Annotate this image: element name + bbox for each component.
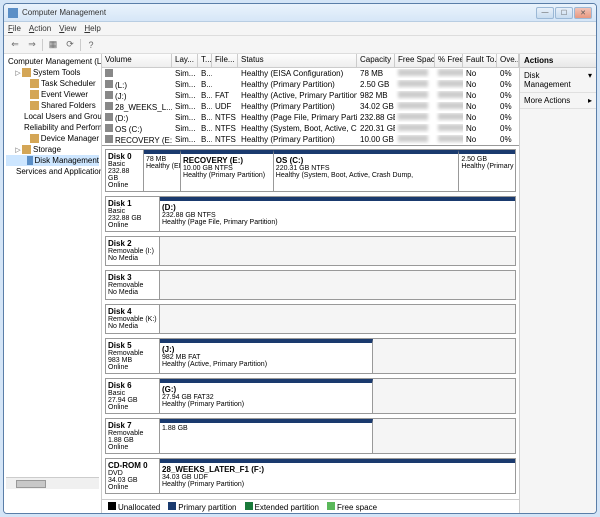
disk-row[interactable]: Disk 5Removable983 MBOnline(J:)982 MB FA… — [105, 338, 516, 374]
tree-item[interactable]: Reliability and Performa — [6, 122, 99, 133]
disk-row[interactable]: Disk 1Basic232.88 GBOnline(D:)232.88 GB … — [105, 196, 516, 232]
nav-tree[interactable]: Computer Management (Local ▷System Tools… — [4, 54, 102, 513]
actions-pane: Actions Disk Management▾ More Actions▸ — [520, 54, 596, 513]
main-pane: VolumeLay...T...File...StatusCapacityFre… — [102, 54, 520, 513]
volume-row[interactable]: OS (C:)Sim...B...NTFSHealthy (System, Bo… — [102, 123, 519, 134]
disk-partition[interactable]: (G:)27.94 GB FAT32Healthy (Primary Parti… — [160, 379, 373, 413]
tree-group[interactable]: ▷Storage — [6, 144, 99, 155]
column-header[interactable]: Ove... — [497, 54, 519, 67]
menubar: File Action View Help — [4, 22, 596, 36]
disk-info[interactable]: Disk 4Removable (K:)No Media — [105, 304, 159, 334]
column-header[interactable]: Free Space — [395, 54, 435, 67]
disk-partition[interactable]: 2.50 GBHealthy (Primary Partition) — [459, 150, 515, 191]
disk-partition[interactable] — [373, 379, 515, 413]
disk-partition[interactable] — [373, 419, 515, 453]
disk-partition[interactable]: (D:)232.88 GB NTFSHealthy (Page File, Pr… — [160, 197, 515, 231]
tree-item[interactable]: Local Users and Groups — [6, 111, 99, 122]
tree-item[interactable]: Disk Management — [6, 155, 99, 166]
tree-group[interactable]: Services and Applications — [6, 166, 99, 177]
volume-list-header[interactable]: VolumeLay...T...File...StatusCapacityFre… — [102, 54, 519, 68]
tree-item[interactable]: Event Viewer — [6, 89, 99, 100]
disk-partition[interactable]: RECOVERY (E:)10.00 GB NTFSHealthy (Prima… — [181, 150, 274, 191]
help-button[interactable]: ? — [84, 38, 98, 52]
menu-help[interactable]: Help — [84, 24, 100, 33]
disk-partition[interactable] — [160, 271, 515, 299]
disk-partition[interactable]: OS (C:)220.31 GB NTFSHealthy (System, Bo… — [274, 150, 460, 191]
maximize-button[interactable]: ☐ — [555, 7, 573, 19]
disk-partition[interactable] — [160, 305, 515, 333]
column-header[interactable]: Fault To... — [463, 54, 497, 67]
window-title: Computer Management — [22, 8, 536, 17]
refresh-button[interactable]: ⟳ — [63, 38, 77, 52]
column-header[interactable]: Capacity — [357, 54, 395, 67]
disk-info[interactable]: Disk 5Removable983 MBOnline — [105, 338, 159, 374]
disk-row[interactable]: Disk 2Removable (I:)No Media — [105, 236, 516, 266]
actions-header: Actions — [520, 54, 596, 68]
disk-row[interactable]: Disk 6Basic27.94 GBOnline(G:)27.94 GB FA… — [105, 378, 516, 414]
disk-map[interactable]: Disk 0Basic232.88 GBOnline78 MBHealthy (… — [102, 146, 519, 499]
disk-info[interactable]: Disk 6Basic27.94 GBOnline — [105, 378, 159, 414]
titlebar[interactable]: Computer Management — ☐ ✕ — [4, 4, 596, 22]
app-window: Computer Management — ☐ ✕ File Action Vi… — [3, 3, 597, 514]
column-header[interactable]: Volume — [102, 54, 172, 67]
legend-item: Extended partition — [245, 502, 320, 512]
disk-partition[interactable]: 28_WEEKS_LATER_F1 (F:)34.03 GB UDFHealth… — [160, 459, 515, 493]
disk-row[interactable]: Disk 4Removable (K:)No Media — [105, 304, 516, 334]
tree-scrollbar[interactable] — [6, 477, 99, 489]
disk-partition[interactable] — [373, 339, 515, 373]
toolbar: ⇐ ⇒ ▦ ⟳ ? — [4, 36, 596, 54]
tree-item[interactable]: Shared Folders — [6, 100, 99, 111]
menu-file[interactable]: File — [8, 24, 21, 33]
forward-button[interactable]: ⇒ — [25, 38, 39, 52]
volume-row[interactable]: 28_WEEKS_L...Sim...B...UDFHealthy (Prima… — [102, 101, 519, 112]
app-icon — [8, 8, 18, 18]
tree-item[interactable]: Task Scheduler — [6, 78, 99, 89]
view-button[interactable]: ▦ — [46, 38, 60, 52]
menu-view[interactable]: View — [59, 24, 76, 33]
disk-partition[interactable]: 1.88 GB — [160, 419, 373, 453]
disk-info[interactable]: Disk 7Removable1.88 GBOnline — [105, 418, 159, 454]
column-header[interactable]: Lay... — [172, 54, 198, 67]
toolbar-separator — [80, 39, 81, 51]
actions-item[interactable]: More Actions▸ — [520, 93, 596, 109]
disk-partition[interactable]: (J:)982 MB FATHealthy (Active, Primary P… — [160, 339, 373, 373]
back-button[interactable]: ⇐ — [8, 38, 22, 52]
legend-item: Free space — [327, 502, 377, 512]
disk-info[interactable]: Disk 1Basic232.88 GBOnline — [105, 196, 159, 232]
disk-info[interactable]: Disk 0Basic232.88 GBOnline — [105, 149, 143, 192]
column-header[interactable]: Status — [238, 54, 357, 67]
disk-row[interactable]: CD-ROM 0DVD34.03 GBOnline28_WEEKS_LATER_… — [105, 458, 516, 494]
legend-item: Unallocated — [108, 502, 160, 512]
disk-row[interactable]: Disk 0Basic232.88 GBOnline78 MBHealthy (… — [105, 149, 516, 192]
tree-item[interactable]: Device Manager — [6, 133, 99, 144]
menu-action[interactable]: Action — [29, 24, 51, 33]
disk-info[interactable]: CD-ROM 0DVD34.03 GBOnline — [105, 458, 159, 494]
volume-row[interactable]: (J:)Sim...B...FATHealthy (Active, Primar… — [102, 90, 519, 101]
volume-list[interactable]: VolumeLay...T...File...StatusCapacityFre… — [102, 54, 519, 146]
disk-row[interactable]: Disk 3RemovableNo Media — [105, 270, 516, 300]
volume-row[interactable]: (D:)Sim...B...NTFSHealthy (Page File, Pr… — [102, 112, 519, 123]
toolbar-separator — [42, 39, 43, 51]
disk-info[interactable]: Disk 2Removable (I:)No Media — [105, 236, 159, 266]
legend: Unallocated Primary partition Extended par… — [102, 499, 519, 513]
volume-row[interactable]: Sim...B...Healthy (EISA Configuration)78… — [102, 68, 519, 79]
column-header[interactable]: T... — [198, 54, 212, 67]
tree-root[interactable]: Computer Management (Local — [6, 56, 99, 67]
column-header[interactable]: File... — [212, 54, 238, 67]
minimize-button[interactable]: — — [536, 7, 554, 19]
close-button[interactable]: ✕ — [574, 7, 592, 19]
column-header[interactable]: % Free — [435, 54, 463, 67]
disk-row[interactable]: Disk 7Removable1.88 GBOnline1.88 GB — [105, 418, 516, 454]
dropdown-icon: ▾ — [588, 71, 592, 89]
volume-row[interactable]: RECOVERY (E:)Sim...B...NTFSHealthy (Prim… — [102, 134, 519, 145]
disk-partition[interactable] — [160, 237, 515, 265]
tree-group[interactable]: ▷System Tools — [6, 67, 99, 78]
disk-partition[interactable]: 78 MBHealthy (EISA C — [144, 150, 181, 191]
disk-info[interactable]: Disk 3RemovableNo Media — [105, 270, 159, 300]
chevron-right-icon: ▸ — [588, 96, 592, 105]
volume-row[interactable]: (L:)Sim...B...Healthy (Primary Partition… — [102, 79, 519, 90]
actions-item[interactable]: Disk Management▾ — [520, 68, 596, 93]
legend-item: Primary partition — [168, 502, 236, 512]
